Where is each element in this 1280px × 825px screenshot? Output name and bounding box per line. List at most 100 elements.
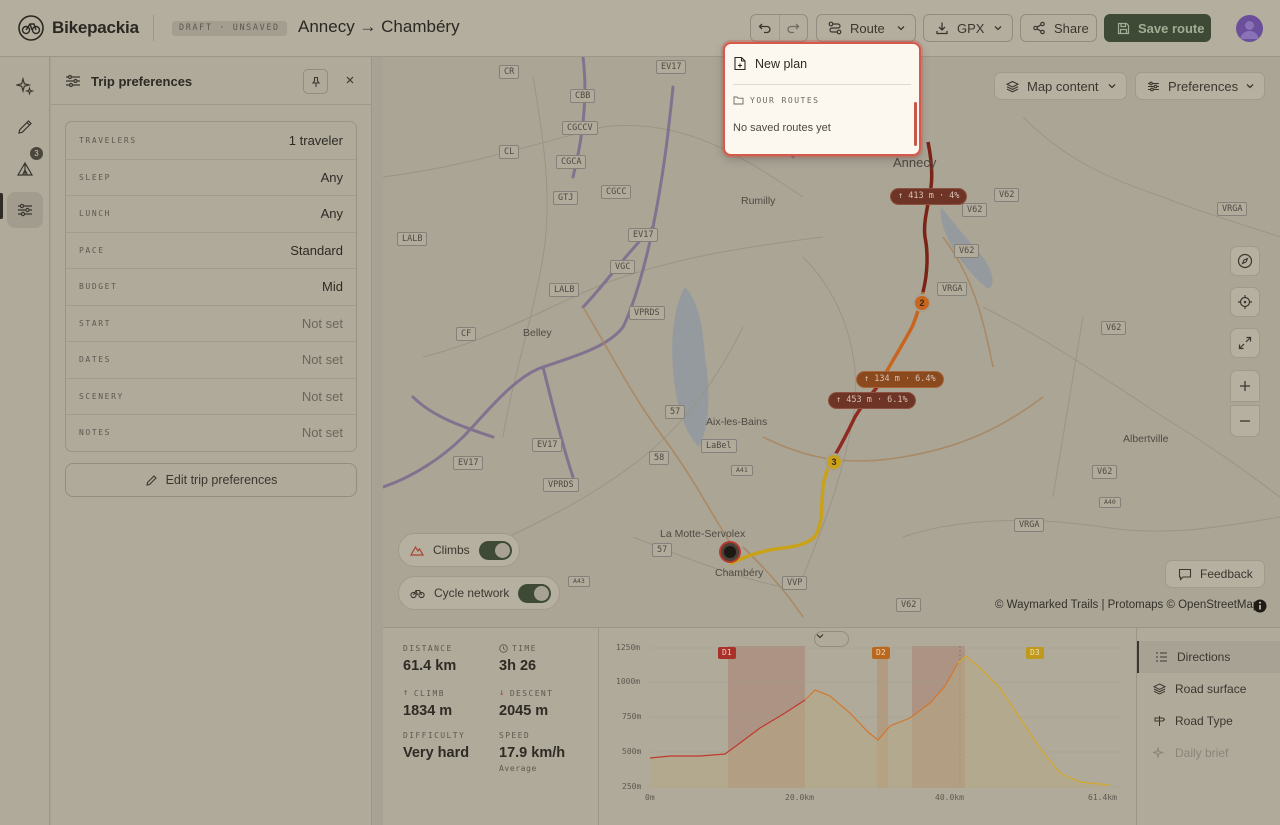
- cycle-network-toggle[interactable]: Cycle network: [398, 576, 560, 610]
- sliders-icon: [18, 203, 32, 217]
- x-tick-label: 0m: [645, 793, 655, 802]
- map-attribution: © Waymarked Trails | Protomaps © OpenStr…: [995, 599, 1260, 611]
- map-preferences-label: Preferences: [1168, 78, 1239, 94]
- panel-title: Trip preferences: [91, 74, 193, 89]
- undo-button[interactable]: [751, 15, 779, 41]
- pref-row-lunch[interactable]: LUNCH Any: [66, 195, 356, 232]
- pin-panel-button[interactable]: [303, 69, 328, 94]
- clock-icon: [499, 644, 508, 653]
- save-route-button[interactable]: Save route: [1104, 14, 1211, 42]
- route-shield: V62: [954, 244, 980, 258]
- pref-row-budget[interactable]: BUDGET Mid: [66, 268, 356, 305]
- chevron-down-icon: [816, 634, 824, 639]
- trip-preferences-panel: Trip preferences TRAVELERS 1 traveler SLEE…: [51, 57, 372, 825]
- undo-icon: [758, 23, 771, 34]
- avatar[interactable]: [1236, 15, 1263, 42]
- left-rail: 3: [0, 57, 50, 825]
- route-shield: EV17: [656, 60, 687, 74]
- route-title[interactable]: Annecy → Chambéry: [298, 17, 460, 37]
- tab-road-surface[interactable]: Road surface: [1137, 673, 1280, 705]
- menu-scrollbar[interactable]: [914, 102, 917, 146]
- new-plan-menu-item[interactable]: New plan: [733, 56, 807, 71]
- stat-time-label: TIME: [512, 644, 537, 653]
- pref-value: Not set: [301, 352, 343, 368]
- day-label-d1[interactable]: D1: [718, 647, 736, 659]
- climb-label[interactable]: ↑ 413 m · 4%: [890, 188, 968, 205]
- compass-button[interactable]: [1230, 246, 1260, 276]
- route-shield: VPRDS: [629, 306, 665, 320]
- place-rumilly: Rumilly: [741, 195, 776, 207]
- map-content-button[interactable]: Map content: [994, 72, 1127, 100]
- tab-road-type[interactable]: Road Type: [1137, 705, 1280, 737]
- pref-row-start[interactable]: START Not set: [66, 304, 356, 342]
- feedback-label: Feedback: [1200, 567, 1253, 581]
- feedback-button[interactable]: Feedback: [1165, 560, 1265, 588]
- pref-row-scenery[interactable]: SCENERY Not set: [66, 377, 356, 415]
- day-label-d3[interactable]: D3: [1026, 647, 1044, 659]
- pref-value: Not set: [301, 388, 343, 404]
- rail-preferences-button[interactable]: [7, 192, 43, 228]
- elevation-chart: [649, 646, 1120, 788]
- route-shield: CGCC: [601, 185, 632, 199]
- share-label: Share: [1054, 20, 1089, 36]
- climb-label[interactable]: ↑ 453 m · 6.1%: [828, 392, 916, 409]
- place-chambery: Chambéry: [715, 567, 764, 579]
- layers-icon: [1006, 80, 1019, 92]
- waypoint-marker[interactable]: 3: [825, 453, 843, 471]
- pref-row-sleep[interactable]: SLEEP Any: [66, 158, 356, 196]
- tab-directions[interactable]: Directions: [1137, 641, 1280, 673]
- close-panel-button[interactable]: [342, 72, 358, 88]
- waypoint-marker[interactable]: 2: [913, 294, 931, 312]
- tab-daily-brief[interactable]: Daily brief: [1137, 737, 1280, 769]
- zoom-in-button[interactable]: [1230, 370, 1260, 402]
- pref-row-dates[interactable]: DATES Not set: [66, 341, 356, 378]
- stat-speed-value: 17.9 km/h: [499, 745, 566, 761]
- climbs-toggle[interactable]: Climbs: [398, 533, 520, 567]
- map-preferences-button[interactable]: Preferences: [1135, 72, 1265, 100]
- collapse-profile-button[interactable]: [814, 631, 849, 647]
- info-icon[interactable]: [1253, 599, 1267, 613]
- cycle-network-switch[interactable]: [518, 583, 552, 603]
- sparkle-icon: [16, 77, 34, 95]
- redo-button[interactable]: [778, 15, 807, 41]
- elevation-profile[interactable]: 1250m 1000m 750m 500m 250m 0m 20.0km 40.…: [600, 628, 1136, 825]
- pref-key: LUNCH: [79, 209, 112, 219]
- user-avatar-icon: [1240, 21, 1259, 39]
- place-aix-les-bains: Aix-les-Bains: [706, 416, 768, 428]
- pref-key: NOTES: [79, 428, 112, 438]
- stat-difficulty-label: DIFFICULTY: [403, 731, 466, 740]
- route-stats: DISTANCE 61.4 km TIME 3h 26 ↑ CLIMB 1834 …: [383, 628, 599, 825]
- route-shield: 57: [665, 405, 686, 419]
- gpx-button[interactable]: GPX: [923, 14, 1013, 42]
- share-icon: [1033, 21, 1045, 35]
- route-dropdown-menu: New plan YOUR ROUTES No saved routes yet: [723, 42, 921, 156]
- bottom-tabs: Directions Road surface Road Type Daily …: [1136, 628, 1280, 825]
- place-la-motte-servolex: La Motte-Servolex: [660, 528, 746, 540]
- route-menu-button[interactable]: Route: [816, 14, 916, 42]
- layers-icon: [1153, 683, 1166, 695]
- preferences-list: TRAVELERS 1 traveler SLEEP Any LUNCH Any PACE S…: [65, 121, 357, 452]
- climb-label[interactable]: ↑ 134 m · 6.4%: [856, 371, 944, 388]
- camps-count-badge: 3: [30, 147, 43, 160]
- pref-key: SLEEP: [79, 172, 112, 182]
- route-shield: GTJ: [553, 191, 579, 205]
- bike-logo-icon: [18, 15, 44, 41]
- route-shield: CGCA: [556, 155, 587, 169]
- route-shield: VGC: [610, 260, 636, 274]
- rail-ai-button[interactable]: [7, 68, 43, 104]
- day-label-d2[interactable]: D2: [872, 647, 890, 659]
- pref-row-travelers[interactable]: TRAVELERS 1 traveler: [66, 122, 356, 159]
- pref-row-pace[interactable]: PACE Standard: [66, 231, 356, 269]
- rail-draw-button[interactable]: [7, 109, 43, 145]
- share-button[interactable]: Share: [1020, 14, 1097, 42]
- edit-trip-preferences-button[interactable]: Edit trip preferences: [65, 463, 357, 497]
- pref-row-notes[interactable]: NOTES Not set: [66, 414, 356, 451]
- fullscreen-button[interactable]: [1230, 328, 1260, 358]
- zoom-out-button[interactable]: [1230, 405, 1260, 437]
- climbs-switch[interactable]: [478, 540, 512, 560]
- locate-button[interactable]: [1230, 287, 1260, 317]
- pref-value: Not set: [301, 315, 343, 331]
- route-shield: CR: [499, 65, 520, 79]
- route-shield: A41: [731, 465, 753, 476]
- lac-du-bourget: [672, 287, 709, 447]
